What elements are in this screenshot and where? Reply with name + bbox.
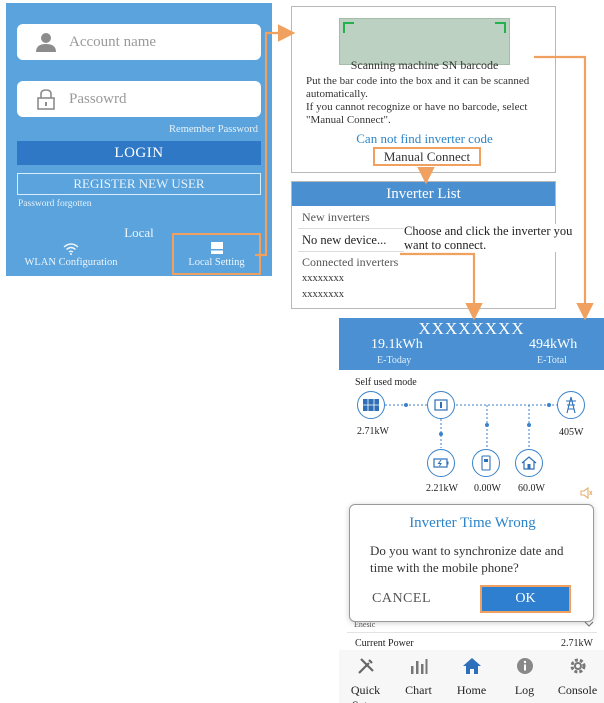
- local-setting-button[interactable]: Local Setting: [172, 233, 261, 275]
- bar-chart-icon: [411, 659, 428, 674]
- user-icon: [36, 33, 56, 52]
- nav-label: Quick Setup: [350, 683, 381, 703]
- cannot-find-inverter-link[interactable]: Can not find inverter code: [292, 131, 557, 147]
- scan-instructions: Put the bar code into the box and it can…: [306, 75, 546, 127]
- remember-password-toggle[interactable]: Remember Password: [169, 124, 258, 135]
- nav-chart[interactable]: Chart: [392, 650, 445, 703]
- choose-inverter-annotation: Choose and click the inverter you want t…: [404, 224, 582, 252]
- dialog-message: Do you want to synchronize date and time…: [370, 543, 564, 575]
- account-name-field[interactable]: Account name: [17, 24, 261, 60]
- power-flow-lines: [385, 403, 557, 448]
- scan-title: Scanning machine SN barcode: [350, 58, 499, 72]
- login-button[interactable]: LOGIN: [17, 141, 261, 165]
- wifi-icon: [63, 243, 79, 255]
- grid-power-value: 405W: [559, 427, 584, 438]
- house-icon: [521, 456, 537, 470]
- nav-label: Home: [456, 683, 487, 697]
- pv-power-value: 2.71kW: [357, 426, 389, 437]
- home-icon: [463, 658, 481, 674]
- password-forgotten-link[interactable]: Password forgotten: [18, 199, 91, 209]
- current-power-label: Current Power: [355, 638, 414, 649]
- solar-panel-icon: [363, 399, 379, 411]
- inverter-icon: [434, 399, 448, 411]
- wlan-configuration-label: WLAN Configuration: [24, 257, 118, 268]
- inverter-node[interactable]: [427, 391, 455, 419]
- mode-label: Self used mode: [355, 377, 417, 388]
- local-setting-label: Local Setting: [188, 257, 245, 268]
- e-total-value: 494kWh: [529, 337, 578, 352]
- meter-icon: [481, 455, 491, 471]
- meter-node[interactable]: [472, 449, 500, 477]
- account-name-placeholder: Account name: [69, 33, 157, 50]
- battery-node[interactable]: [427, 449, 455, 477]
- connected-inverter-item[interactable]: xxxxxxxx: [302, 273, 344, 284]
- nav-home[interactable]: Home: [445, 650, 498, 703]
- nav-label: Console: [557, 683, 598, 697]
- nav-label: Log: [514, 683, 535, 697]
- nav-log[interactable]: Log: [498, 650, 551, 703]
- no-new-device-text: No new device...: [302, 233, 387, 247]
- app-header: XXXXXXXX 19.1kWh E-Today 494kWh E-Total: [339, 318, 604, 370]
- home-power-value: 60.0W: [518, 483, 545, 494]
- manual-connect-button[interactable]: Manual Connect: [373, 147, 481, 166]
- home-load-node[interactable]: [515, 449, 543, 477]
- scan-instructions-line-1: Put the bar code into the box and it can…: [306, 75, 530, 100]
- scan-instructions-line-2: If you cannot recognize or have no barco…: [306, 101, 528, 126]
- meter-power-value: 0.00W: [474, 483, 501, 494]
- password-field[interactable]: Passowrd: [17, 81, 261, 117]
- connected-inverter-item[interactable]: xxxxxxxx: [302, 289, 344, 300]
- wlan-configuration-button[interactable]: WLAN Configuration: [16, 243, 126, 268]
- nav-label: Chart: [405, 683, 432, 697]
- connected-inverters-label: Connected inverters: [302, 255, 399, 269]
- power-tower-icon: [566, 396, 576, 414]
- register-button[interactable]: REGISTER NEW USER: [17, 173, 261, 195]
- ok-button[interactable]: OK: [480, 585, 571, 613]
- e-today-label: E-Today: [377, 355, 412, 366]
- e-today-value: 19.1kWh: [371, 337, 423, 352]
- password-placeholder: Passowrd: [69, 90, 127, 107]
- new-inverters-label: New inverters: [302, 210, 370, 224]
- speaker-mute-icon[interactable]: [579, 486, 593, 500]
- cancel-button[interactable]: CANCEL: [372, 591, 431, 607]
- nav-quick-setup[interactable]: Quick Setup: [339, 650, 392, 703]
- info-icon: [517, 658, 533, 674]
- dialog-title: Inverter Time Wrong: [409, 515, 536, 531]
- solar-panel-node[interactable]: [357, 391, 385, 419]
- device-icon: [210, 242, 223, 254]
- bottom-navigation: Quick Setup Chart Home Log: [339, 650, 604, 703]
- login-panel: Account name Passowrd Remember Password …: [6, 3, 272, 276]
- device-name: XXXXXXXX: [418, 319, 525, 338]
- nav-console[interactable]: Console: [551, 650, 604, 703]
- tools-icon: [358, 658, 374, 674]
- battery-power-value: 2.21kW: [426, 483, 458, 494]
- gear-icon: [570, 658, 586, 674]
- lock-icon: [37, 89, 55, 110]
- inverter-list-header: Inverter List: [292, 182, 555, 206]
- e-total-label: E-Total: [537, 355, 567, 366]
- grid-node[interactable]: [557, 391, 585, 419]
- scan-barcode-panel: Scanning machine SN barcode Put the bar …: [291, 6, 556, 173]
- current-power-value: 2.71kW: [561, 638, 593, 649]
- time-wrong-dialog: Inverter Time Wrong Do you want to synch…: [349, 504, 594, 622]
- battery-icon: [433, 458, 449, 468]
